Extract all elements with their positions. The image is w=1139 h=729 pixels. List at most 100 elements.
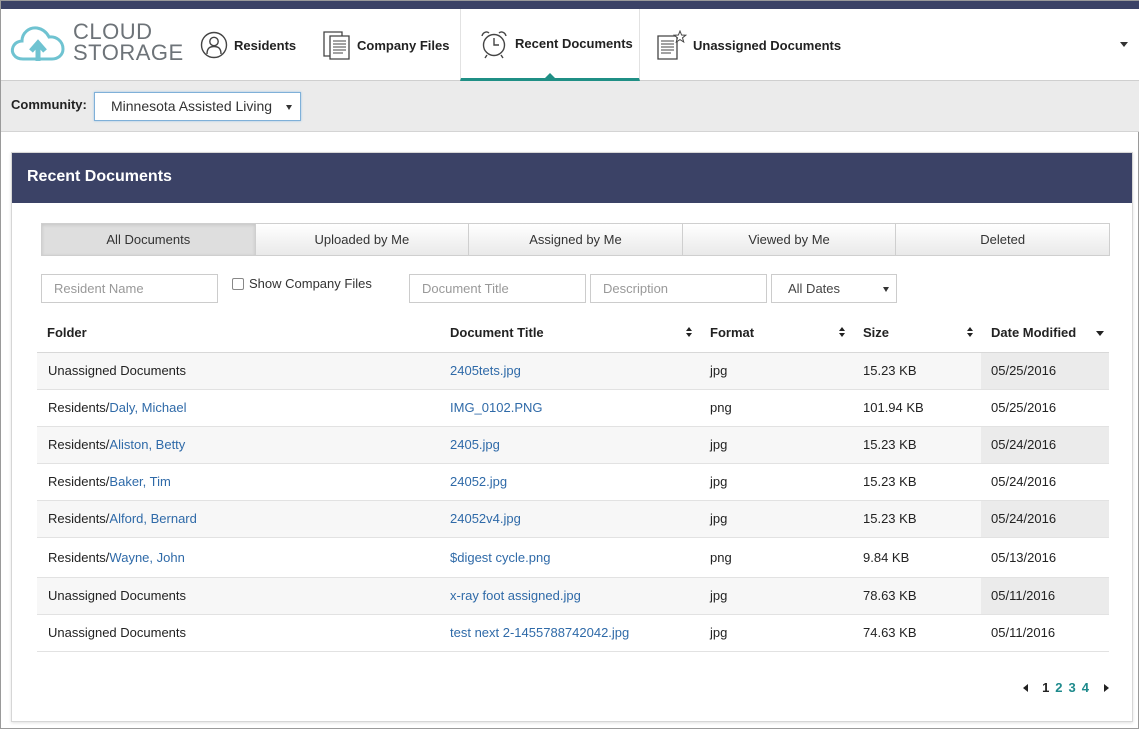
app-logo[interactable]: CLOUD STORAGE <box>9 21 183 71</box>
table-row[interactable]: Unassigned Documents 2405tets.jpg jpg 15… <box>37 353 1109 390</box>
document-filter-tabs: All Documents Uploaded by Me Assigned by… <box>41 223 1110 256</box>
community-select[interactable]: Minnesota Assisted Living <box>94 92 301 121</box>
page-link[interactable]: 4 <box>1082 680 1089 695</box>
resident-folder-link[interactable]: Alford, Bernard <box>109 511 196 526</box>
alarm-clock-icon <box>481 30 507 58</box>
nav-tab-label: Residents <box>234 37 297 53</box>
next-page-icon[interactable] <box>1104 683 1109 692</box>
document-title-link[interactable]: IMG_0102.PNG <box>450 400 543 415</box>
checkbox-box[interactable] <box>232 277 244 290</box>
resident-folder-link[interactable]: Wayne, John <box>109 550 184 565</box>
filter-tab-viewed-by-me[interactable]: Viewed by Me <box>682 224 897 255</box>
document-title-link[interactable]: 2405.jpg <box>450 437 500 452</box>
document-star-icon <box>657 30 687 60</box>
community-select-value: Minnesota Assisted Living <box>111 98 273 114</box>
document-title-link[interactable]: x-ray foot assigned.jpg <box>450 588 581 603</box>
recent-documents-panel: Recent Documents All Documents Uploaded … <box>11 152 1133 722</box>
sort-icon[interactable] <box>967 327 974 338</box>
table-row[interactable]: Residents/Aliston, Betty 2405.jpg jpg 15… <box>37 427 1109 464</box>
format-cell: jpg <box>710 437 728 452</box>
date-cell: 05/24/2016 <box>981 427 1109 463</box>
folder-prefix: Residents/ <box>48 400 110 415</box>
folder-cell: Residents/Baker, Tim <box>48 474 171 489</box>
prev-page-icon[interactable] <box>1023 683 1029 692</box>
format-cell: jpg <box>710 363 728 378</box>
sort-icon[interactable] <box>686 327 693 338</box>
nav-tab-label: Company Files <box>357 37 450 53</box>
format-cell: jpg <box>710 474 728 489</box>
user-circle-icon <box>200 31 228 59</box>
page-link[interactable]: 1 <box>1042 680 1049 695</box>
page-link[interactable]: 2 <box>1055 680 1062 695</box>
size-cell: 9.84 KB <box>863 550 910 565</box>
col-header-document-title[interactable]: Document Title <box>450 325 544 340</box>
table-row[interactable]: Unassigned Documents test next 2-1455788… <box>37 615 1109 652</box>
table-row[interactable]: Residents/Daly, Michael IMG_0102.PNG png… <box>37 390 1109 427</box>
folder-prefix: Residents/ <box>48 511 110 526</box>
top-accent-bar <box>1 1 1139 9</box>
description-input[interactable]: Description <box>590 274 767 303</box>
folder-name: Unassigned Documents <box>48 363 187 378</box>
nav-tab-recent-documents[interactable]: Recent Documents <box>460 9 640 81</box>
app-window: CLOUD STORAGE Residents Company Files Re… <box>0 0 1139 729</box>
resident-folder-link[interactable]: Daly, Michael <box>109 400 186 415</box>
table-row[interactable]: Unassigned Documents x-ray foot assigned… <box>37 578 1109 615</box>
folder-cell: Residents/Wayne, John <box>48 550 185 565</box>
table-row[interactable]: Residents/Baker, Tim 24052.jpg jpg 15.23… <box>37 464 1109 501</box>
size-cell: 15.23 KB <box>863 437 917 452</box>
date-cell: 05/25/2016 <box>991 400 1057 415</box>
table-row[interactable]: Residents/Wayne, John $digest cycle.png … <box>37 538 1109 578</box>
folder-cell: Unassigned Documents <box>48 363 186 378</box>
filter-tab-deleted[interactable]: Deleted <box>896 224 1109 255</box>
resident-folder-link[interactable]: Aliston, Betty <box>109 437 185 452</box>
folder-prefix: Residents/ <box>48 550 110 565</box>
format-cell: png <box>710 400 732 415</box>
col-header-size[interactable]: Size <box>863 325 889 340</box>
format-cell: jpg <box>710 511 728 526</box>
document-title-input[interactable]: Document Title <box>409 274 586 303</box>
chevron-down-icon <box>286 105 292 110</box>
sort-icon[interactable] <box>839 327 846 338</box>
table-row[interactable]: Residents/Alford, Bernard 24052v4.jpg jp… <box>37 501 1109 538</box>
document-title-link[interactable]: 2405tets.jpg <box>450 363 521 378</box>
nav-more-dropdown-icon[interactable] <box>1120 42 1128 47</box>
documents-icon <box>323 31 350 60</box>
show-company-files-checkbox[interactable]: Show Company Files <box>232 276 372 291</box>
document-title-link[interactable]: $digest cycle.png <box>450 550 550 565</box>
folder-cell: Residents/Alford, Bernard <box>48 511 197 526</box>
documents-table: Folder Document Title Format Size Date M… <box>37 313 1109 652</box>
col-header-format[interactable]: Format <box>710 325 754 340</box>
filter-tab-assigned-by-me[interactable]: Assigned by Me <box>469 224 683 255</box>
resident-folder-link[interactable]: Baker, Tim <box>109 474 170 489</box>
nav-tab-residents[interactable]: Residents <box>200 9 296 81</box>
chevron-down-icon <box>883 287 889 292</box>
nav-tab-unassigned-documents[interactable]: Unassigned Documents <box>657 9 841 81</box>
document-title-link[interactable]: 24052.jpg <box>450 474 507 489</box>
sort-desc-icon[interactable] <box>1096 331 1104 336</box>
folder-name: Unassigned Documents <box>48 625 187 640</box>
logo-text-line2: STORAGE <box>73 40 184 65</box>
size-cell: 74.63 KB <box>863 625 917 640</box>
resident-name-input[interactable]: Resident Name <box>41 274 218 303</box>
nav-tab-label: Unassigned Documents <box>693 37 842 53</box>
page-link[interactable]: 3 <box>1069 680 1076 695</box>
cloud-upload-icon <box>10 26 65 61</box>
dates-select-value: All Dates <box>788 281 841 296</box>
size-cell: 78.63 KB <box>863 588 917 603</box>
document-title-link[interactable]: test next 2-1455788742042.jpg <box>450 625 629 640</box>
format-cell: jpg <box>710 588 728 603</box>
folder-name: Unassigned Documents <box>48 588 187 603</box>
folder-cell: Residents/Daly, Michael <box>48 400 186 415</box>
format-cell: png <box>710 550 732 565</box>
filter-tab-all-documents[interactable]: All Documents <box>42 224 256 255</box>
nav-tab-company-files[interactable]: Company Files <box>323 9 449 81</box>
date-cell: 05/24/2016 <box>991 474 1057 489</box>
panel-title: Recent Documents <box>12 153 1132 203</box>
col-header-folder[interactable]: Folder <box>47 325 87 340</box>
dates-select[interactable]: All Dates <box>771 274 897 303</box>
col-header-date-modified[interactable]: Date Modified <box>991 325 1076 340</box>
pagination: 1 2 3 4 <box>1023 680 1109 695</box>
filter-tab-uploaded-by-me[interactable]: Uploaded by Me <box>255 224 470 255</box>
document-title-link[interactable]: 24052v4.jpg <box>450 511 521 526</box>
folder-cell: Unassigned Documents <box>48 625 186 640</box>
